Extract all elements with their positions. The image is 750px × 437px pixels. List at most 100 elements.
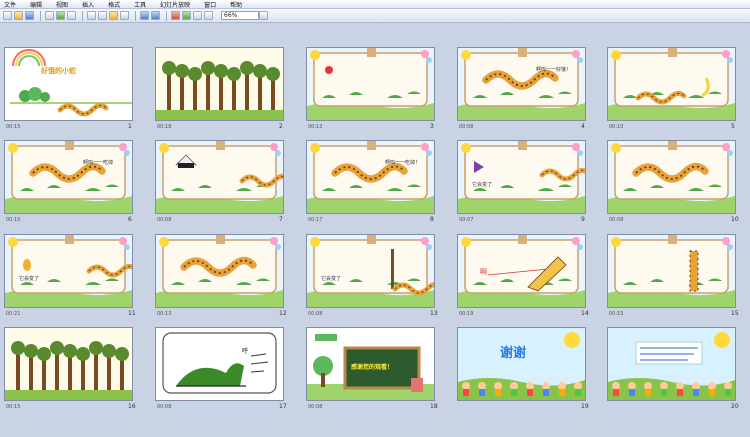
slide-timing: 00:10 — [609, 124, 624, 130]
slide-number: 1 — [128, 123, 132, 130]
print-icon[interactable] — [45, 11, 54, 20]
menu-item[interactable]: 文件 — [4, 0, 16, 9]
slide-thumbnail[interactable]: 好饿的小蛇 — [4, 47, 133, 121]
slide-artwork — [307, 48, 434, 120]
insert-chart-icon[interactable] — [171, 11, 180, 20]
slide-thumbnail[interactable]: 它会变了 — [306, 234, 435, 308]
slide-artwork — [458, 328, 585, 400]
slide-timing: 00:15 — [609, 311, 624, 317]
slide-timing: 00:08 — [157, 217, 172, 223]
slide-number: 13 — [430, 310, 438, 317]
slide-timing: 00:21 — [6, 311, 21, 317]
slide-number: 18 — [430, 403, 438, 410]
slide-number: 8 — [430, 216, 434, 223]
slide-thumbnail[interactable] — [607, 140, 736, 214]
slide-number: 9 — [581, 216, 585, 223]
slide-timing: 00:18 — [157, 124, 172, 130]
slide-artwork — [5, 48, 132, 120]
toolbar-separator — [135, 10, 136, 21]
slide-thumbnail[interactable] — [306, 47, 435, 121]
cut-icon[interactable] — [87, 11, 96, 20]
slide-caption: 呼 — [242, 348, 249, 355]
slide-thumbnail[interactable]: 它会变了 — [4, 234, 133, 308]
slide-thumbnail[interactable]: 啊呜一一吃掉！ — [306, 140, 435, 214]
slide-thumbnail[interactable] — [607, 327, 736, 401]
menu-item[interactable]: 窗口 — [204, 0, 216, 9]
slide-timing: 00:17 — [308, 217, 323, 223]
slide-caption: 啊呜一一吃掉！ — [385, 160, 421, 166]
help-icon[interactable] — [259, 11, 268, 20]
slide-artwork — [156, 48, 283, 120]
slide-thumbnail[interactable] — [607, 47, 736, 121]
menu-item[interactable]: 插入 — [82, 0, 94, 9]
slide-number: 7 — [279, 216, 283, 223]
slide-caption: 它会变了 — [321, 276, 342, 282]
slide-thumbnail[interactable] — [607, 234, 736, 308]
slide-artwork — [458, 48, 585, 120]
slide-caption: 它会变了 — [19, 276, 40, 282]
slide-caption: 它会变了 — [472, 182, 493, 188]
menu-item[interactable]: 视图 — [56, 0, 68, 9]
redo-icon[interactable] — [151, 11, 160, 20]
paste-icon[interactable] — [109, 11, 118, 20]
slide-timing: 00:08 — [308, 311, 323, 317]
slide-caption: 感谢您的观看！ — [351, 364, 394, 371]
slide-timing: 00:13 — [308, 124, 323, 130]
slide-caption: 好饿的小蛇 — [41, 67, 76, 75]
slide-artwork — [156, 141, 283, 213]
slide-artwork — [608, 328, 735, 400]
grid-icon[interactable] — [193, 11, 202, 20]
slide-artwork — [307, 235, 434, 307]
save-icon[interactable] — [25, 11, 34, 20]
menu-item[interactable]: 格式 — [108, 0, 120, 9]
slide-timing: 00:07 — [459, 217, 474, 223]
slide-thumbnail[interactable] — [4, 327, 133, 401]
slide-timing: 00:15 — [6, 124, 21, 130]
format-painter-icon[interactable] — [120, 11, 129, 20]
slide-timing: 00:19 — [459, 311, 474, 317]
slide-number: 17 — [279, 403, 287, 410]
slide-artwork — [608, 235, 735, 307]
slide-timing: 00:08 — [459, 124, 474, 130]
slide-artwork — [608, 48, 735, 120]
slide-thumbnail[interactable] — [155, 234, 284, 308]
undo-icon[interactable] — [140, 11, 149, 20]
slide-number: 15 — [731, 310, 739, 317]
color-icon[interactable] — [204, 11, 213, 20]
slide-artwork — [458, 235, 585, 307]
slide-timing: 00:08 — [308, 404, 323, 410]
menu-item[interactable]: 帮助 — [230, 0, 242, 9]
slide-timing: 00:08 — [609, 217, 624, 223]
slide-number: 6 — [128, 216, 132, 223]
menu-item[interactable]: 编辑 — [30, 0, 42, 9]
slide-thumbnail[interactable]: 啊 — [457, 234, 586, 308]
slide-timing: 00:15 — [6, 404, 21, 410]
new-icon[interactable] — [3, 11, 12, 20]
slide-artwork — [307, 141, 434, 213]
open-icon[interactable] — [14, 11, 23, 20]
slide-caption: 谢谢 — [500, 346, 527, 361]
insert-table-icon[interactable] — [182, 11, 191, 20]
zoom-select[interactable]: 66% — [221, 11, 259, 20]
preview-icon[interactable] — [56, 11, 65, 20]
slide-artwork — [5, 235, 132, 307]
slide-thumbnail[interactable]: 啊呜一一吃掉 — [4, 140, 133, 214]
copy-icon[interactable] — [98, 11, 107, 20]
slide-number: 12 — [279, 310, 287, 317]
slide-thumbnail[interactable]: 它会变了 — [457, 140, 586, 214]
slide-number: 20 — [731, 403, 739, 410]
menu-item[interactable]: 幻灯片放映 — [160, 0, 190, 9]
slide-thumbnail[interactable]: 呼 — [155, 327, 284, 401]
toolbar-separator — [40, 10, 41, 21]
slide-thumbnail[interactable]: 啊呜一一好饿！ — [457, 47, 586, 121]
slide-artwork — [608, 141, 735, 213]
toolbar: 66% — [0, 9, 750, 23]
spell-check-icon[interactable] — [67, 11, 76, 20]
slide-thumbnail[interactable] — [155, 47, 284, 121]
slide-number: 14 — [581, 310, 589, 317]
slide-number: 2 — [279, 123, 283, 130]
menu-item[interactable]: 工具 — [134, 0, 146, 9]
slide-thumbnail[interactable]: 感谢您的观看！ — [306, 327, 435, 401]
slide-thumbnail[interactable]: 谢谢 — [457, 327, 586, 401]
slide-thumbnail[interactable] — [155, 140, 284, 214]
